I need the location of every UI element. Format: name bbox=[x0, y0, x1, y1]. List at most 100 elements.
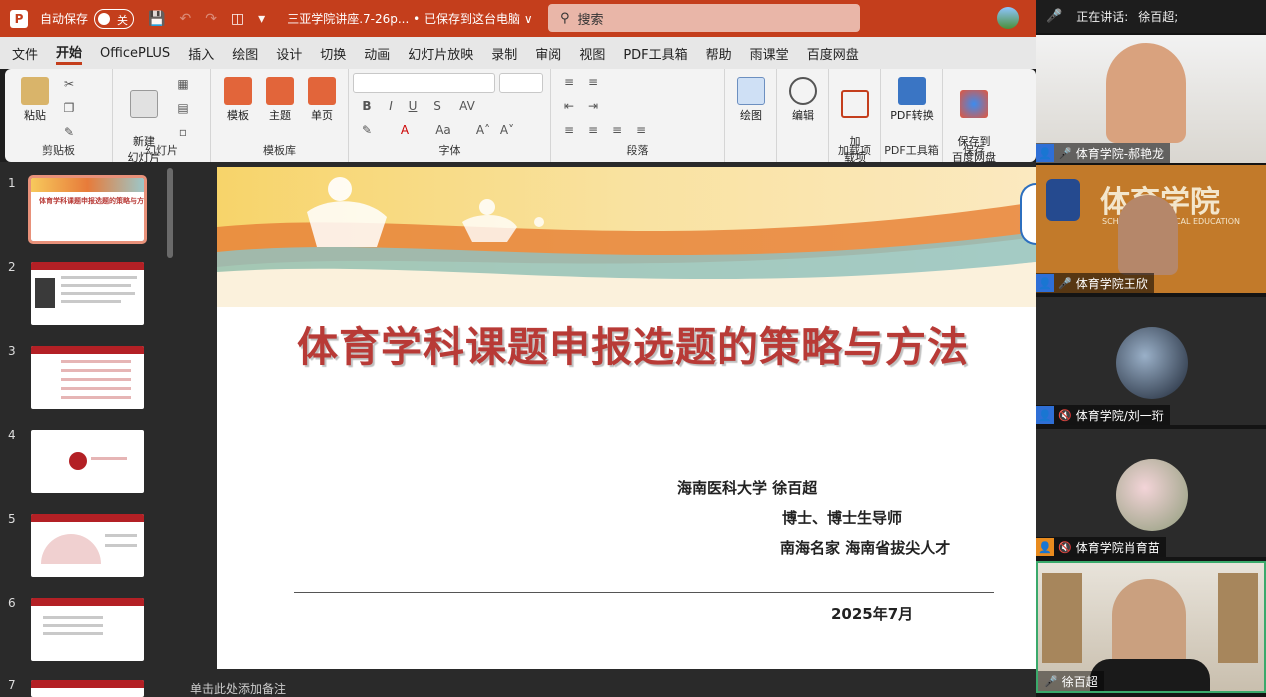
tab-12[interactable]: PDF工具箱 bbox=[623, 44, 687, 63]
tab-10[interactable]: 审阅 bbox=[535, 44, 561, 63]
participant-avatar bbox=[1116, 459, 1188, 531]
pdf-convert-button[interactable]: PDF转换 bbox=[883, 77, 941, 123]
thumbnail-slide-2[interactable] bbox=[31, 262, 144, 325]
tab-0[interactable]: 文件 bbox=[12, 44, 38, 63]
format-painter-icon[interactable]: ✎ bbox=[61, 125, 77, 139]
paragraph-group: ≡ ≡ ⇤ ⇥ ≡ ≡ ≡ ≡ 段落 bbox=[551, 69, 725, 162]
char-spacing-button[interactable]: AV bbox=[453, 99, 481, 113]
tab-8[interactable]: 幻灯片放映 bbox=[408, 44, 473, 63]
section-icon[interactable]: ▫ bbox=[175, 125, 191, 139]
layout-icon[interactable]: ▦ bbox=[175, 77, 191, 91]
user-icon: 👤 bbox=[1036, 274, 1054, 292]
document-title[interactable]: 三亚学院讲座.7-26p... • 已保存到这台电脑 ∨ bbox=[287, 10, 532, 27]
numbering-icon[interactable]: ≡ bbox=[585, 75, 601, 89]
participant-tile[interactable]: 体育学院 SCHOOL OF PHYSICAL EDUCATION 👤 🎤 体育… bbox=[1036, 163, 1266, 293]
tab-6[interactable]: 切换 bbox=[320, 44, 346, 63]
change-case-button[interactable]: Aa bbox=[431, 123, 455, 137]
thumbnail-slide-7[interactable] bbox=[31, 680, 144, 697]
bold-button[interactable]: B bbox=[359, 99, 375, 113]
paste-icon bbox=[21, 77, 49, 105]
speaking-label: 正在讲话: bbox=[1076, 10, 1129, 24]
thumbnail-slide-5[interactable] bbox=[31, 514, 144, 577]
tab-1[interactable]: 开始 bbox=[56, 42, 83, 65]
thumb-number: 7 bbox=[8, 678, 16, 692]
template-button[interactable]: 模板 bbox=[219, 77, 257, 123]
highlight-icon[interactable]: ✎ bbox=[359, 123, 375, 137]
participant-tile[interactable]: 👤 🔇 体育学院/刘一珩 bbox=[1036, 295, 1266, 425]
thumb-text-line bbox=[61, 396, 131, 399]
degree-line[interactable]: 博士、博士生导师 bbox=[782, 507, 902, 528]
autosave-toggle[interactable]: 关 bbox=[94, 8, 135, 29]
save-icon[interactable]: 💾 bbox=[148, 11, 165, 27]
participant-tile[interactable]: 👤 🎤 体育学院-郝艳龙 bbox=[1036, 33, 1266, 163]
tab-7[interactable]: 动画 bbox=[364, 44, 390, 63]
reset-icon[interactable]: ▤ bbox=[175, 101, 191, 115]
search-input[interactable]: ⚲ 搜索 bbox=[548, 4, 860, 32]
participant-name: 徐百超 bbox=[1061, 674, 1098, 689]
drawing-button[interactable]: 绘图 bbox=[733, 77, 769, 123]
single-page-button[interactable]: 单页 bbox=[303, 77, 341, 123]
thumbnail-slide-6[interactable] bbox=[31, 598, 144, 661]
participant-label: 🎤 徐百超 bbox=[1038, 671, 1104, 691]
user-icon: 👤 bbox=[1036, 144, 1054, 162]
font-name-select[interactable] bbox=[353, 73, 495, 93]
tab-2[interactable]: OfficePLUS bbox=[100, 46, 170, 61]
thumbnail-slide-3[interactable] bbox=[31, 346, 144, 409]
thumb-text-line bbox=[61, 387, 131, 390]
underline-button[interactable]: U bbox=[405, 99, 421, 113]
account-avatar[interactable] bbox=[997, 7, 1019, 29]
undo-icon[interactable]: ↶ bbox=[179, 11, 191, 27]
thumbnail-slide-1[interactable]: 体育学科课题申报选题的策略与方法 bbox=[28, 175, 147, 244]
tab-5[interactable]: 设计 bbox=[276, 44, 302, 63]
honor-line[interactable]: 南海名家 海南省拔尖人才 bbox=[780, 537, 950, 558]
bullets-icon[interactable]: ≡ bbox=[561, 75, 577, 89]
tab-11[interactable]: 视图 bbox=[579, 44, 605, 63]
align-right-icon[interactable]: ≡ bbox=[609, 123, 625, 137]
tab-13[interactable]: 帮助 bbox=[706, 44, 732, 63]
active-speaker-tile[interactable]: 🎤 徐百超 bbox=[1036, 561, 1266, 693]
author-line[interactable]: 海南医科大学 徐百超 bbox=[677, 477, 817, 498]
pdf-convert-label: PDF转换 bbox=[890, 109, 934, 122]
align-center-icon[interactable]: ≡ bbox=[585, 123, 601, 137]
thumbnail-slide-4[interactable] bbox=[31, 430, 144, 493]
italic-button[interactable]: I bbox=[383, 99, 399, 113]
tab-3[interactable]: 插入 bbox=[188, 44, 214, 63]
font-size-select[interactable] bbox=[499, 73, 543, 93]
tab-14[interactable]: 雨课堂 bbox=[750, 44, 789, 63]
new-slide-icon bbox=[130, 90, 158, 118]
slide-date[interactable]: 2025年7月 bbox=[831, 603, 913, 624]
justify-icon[interactable]: ≡ bbox=[633, 123, 649, 137]
customize-toolbar-icon[interactable]: ▾ bbox=[258, 11, 265, 27]
strikethrough-button[interactable]: S bbox=[429, 99, 445, 113]
tab-4[interactable]: 绘图 bbox=[232, 44, 258, 63]
current-slide[interactable]: 体育学科课题申报选题的策略与方法 海南医科大学 徐百超 博士、博士生导师 南海名… bbox=[217, 167, 1036, 669]
thumb-circle bbox=[69, 452, 87, 470]
athlete-silhouette bbox=[328, 177, 352, 201]
tab-9[interactable]: 录制 bbox=[491, 44, 517, 63]
addins-icon bbox=[841, 90, 869, 118]
microphone-icon[interactable]: 🎤 bbox=[1046, 9, 1062, 24]
decrease-indent-icon[interactable]: ⇤ bbox=[561, 99, 577, 113]
theme-button[interactable]: 主题 bbox=[261, 77, 299, 123]
tab-15[interactable]: 百度网盘 bbox=[807, 44, 859, 63]
participant-tile[interactable]: 👤 🔇 体育学院肖育苗 bbox=[1036, 427, 1266, 557]
slide-title[interactable]: 体育学科课题申报选题的策略与方法 bbox=[297, 313, 969, 373]
thumb-header-bar bbox=[31, 262, 144, 270]
present-icon[interactable]: ◫ bbox=[231, 11, 244, 27]
copy-icon[interactable]: ❐ bbox=[61, 101, 77, 115]
drawing-group: 绘图 bbox=[725, 69, 777, 162]
thumb-text-line bbox=[61, 378, 131, 381]
shrink-font-button[interactable]: A˅ bbox=[499, 123, 515, 137]
notes-pane[interactable]: 单击此处添加备注 bbox=[180, 681, 1036, 697]
clipboard-group-label: 剪贴板 bbox=[42, 144, 75, 157]
grow-font-button[interactable]: A˄ bbox=[475, 123, 491, 137]
redo-icon[interactable]: ↷ bbox=[205, 11, 217, 27]
thumbnails-scrollbar[interactable] bbox=[167, 168, 173, 258]
paste-button[interactable]: 粘贴 bbox=[15, 77, 55, 123]
align-left-icon[interactable]: ≡ bbox=[561, 123, 577, 137]
editing-button[interactable]: 编辑 bbox=[785, 77, 821, 123]
thumb-text-line bbox=[43, 624, 103, 627]
increase-indent-icon[interactable]: ⇥ bbox=[585, 99, 601, 113]
cut-icon[interactable]: ✂ bbox=[61, 77, 77, 91]
font-color-icon[interactable]: A bbox=[397, 123, 413, 137]
